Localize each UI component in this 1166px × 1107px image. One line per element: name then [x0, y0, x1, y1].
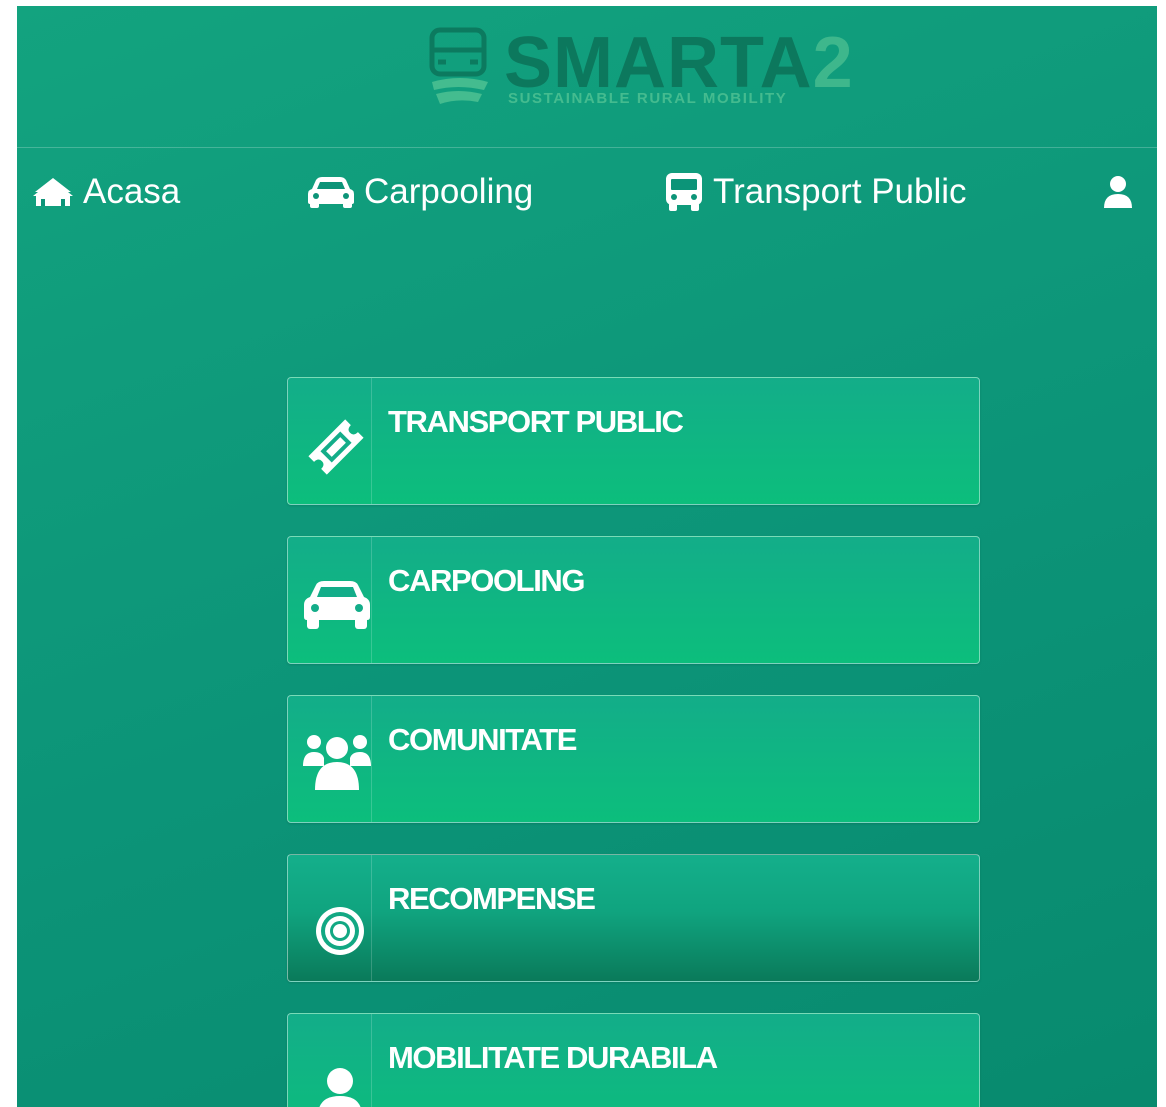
bus-logo-icon [429, 27, 488, 104]
nav-item-transport-public[interactable]: Transport Public [663, 170, 967, 214]
card-title: RECOMPENSE [388, 881, 596, 916]
ticket-icon [308, 419, 364, 475]
car-icon [304, 581, 370, 629]
nav-label-acasa: Acasa [83, 172, 181, 211]
card-title: MOBILITATE DURABILA [388, 1040, 718, 1075]
card-icon [308, 1050, 364, 1107]
card-icon [303, 732, 371, 798]
card-icon-cell [288, 378, 372, 504]
user-icon [319, 1068, 361, 1107]
site-header: SMARTA2 SUSTAINABLE RURAL MOBILITY [17, 6, 1157, 148]
nav-item-profile[interactable] [1103, 170, 1141, 214]
brand-wordmark: SMARTA2 [504, 26, 854, 100]
brand-logo[interactable]: SMARTA2 SUSTAINABLE RURAL MOBILITY [424, 24, 864, 134]
nav-label-transport-public: Transport Public [713, 172, 967, 211]
card-comunitate[interactable]: COMUNITATE [287, 695, 980, 823]
card-mobilitate-durabila[interactable]: MOBILITATE DURABILA [287, 1013, 980, 1107]
card-title: COMUNITATE [388, 722, 577, 757]
brand-name-suffix: 2 [812, 23, 854, 103]
nav-item-acasa[interactable]: Acasa [31, 170, 180, 214]
bus-icon [666, 173, 702, 211]
nav-item-carpooling[interactable]: Carpooling [306, 170, 533, 214]
card-title: CARPOOLING [388, 563, 586, 598]
brand-tagline: SUSTAINABLE RURAL MOBILITY [508, 90, 788, 107]
card-icon [304, 573, 370, 639]
card-carpooling[interactable]: CARPOOLING [287, 536, 980, 664]
card-icon [308, 891, 364, 957]
card-title: TRANSPORT PUBLIC [388, 404, 684, 439]
car-icon [308, 177, 354, 208]
target-icon [316, 907, 364, 955]
card-icon-cell [288, 537, 372, 663]
card-icon-cell [288, 1014, 372, 1107]
users-icon [303, 735, 371, 790]
card-icon [308, 414, 364, 480]
houses-icon [33, 178, 73, 206]
main-nav: Acasa Carpooling Transport Public [17, 156, 1157, 226]
card-transport-public[interactable]: TRANSPORT PUBLIC [287, 377, 980, 505]
app-viewport: SMARTA2 SUSTAINABLE RURAL MOBILITY Acasa [17, 6, 1157, 1107]
nav-label-carpooling: Carpooling [364, 172, 534, 211]
user-icon [1104, 176, 1132, 208]
card-recompense[interactable]: RECOMPENSE [287, 854, 980, 982]
card-icon-cell [288, 855, 372, 981]
card-icon-cell [288, 696, 372, 822]
